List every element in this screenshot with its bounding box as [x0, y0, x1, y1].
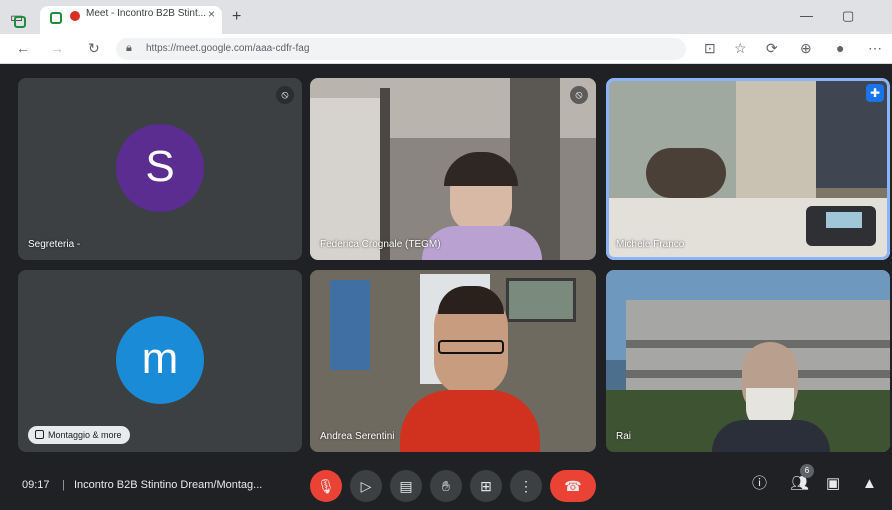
background-wall	[736, 78, 816, 198]
person-head	[646, 148, 726, 198]
people-icon[interactable]: 👥︎	[790, 476, 809, 492]
more-options-button[interactable]: ⋮	[510, 470, 542, 502]
participant-name: Segreteria -	[28, 239, 81, 250]
avatar: m	[116, 316, 204, 404]
participant-name: Federica Crognale (TEGM)	[320, 239, 441, 250]
participant-tile[interactable]: m Montaggio & more	[18, 270, 302, 452]
recording-dot-icon	[70, 11, 80, 21]
participant-name: Rai	[616, 431, 632, 442]
pin-icon[interactable]: ✚	[866, 84, 884, 102]
more-options-icon: ⋮	[519, 478, 533, 494]
person-hair	[444, 152, 518, 186]
window-light	[310, 98, 380, 260]
participant-tile[interactable]: Rai	[606, 270, 890, 452]
browser-tab-bar: ▭ Meet - Incontro B2B Stint... × + — ▢	[0, 0, 892, 34]
profile-icon[interactable]: ●	[836, 41, 844, 55]
info-icon[interactable]: ⓘ	[752, 476, 767, 492]
favorites-icon[interactable]: ☆	[734, 41, 747, 55]
participant-tile[interactable]: ⦸ Federica Crognale (TEGM)	[310, 78, 596, 260]
avatar: S	[116, 124, 204, 212]
meet-favicon-icon	[50, 12, 62, 24]
person-glasses	[438, 340, 504, 354]
wall-picture	[506, 278, 576, 322]
present-button[interactable]: ⊞	[470, 470, 502, 502]
lock-icon[interactable]: 🔒︎	[126, 42, 132, 55]
mic-toggle-button[interactable]: 🎙︎	[310, 470, 342, 502]
present-icon: ⊞	[480, 478, 492, 494]
raise-hand-icon: ✋︎	[442, 478, 450, 494]
person-hoodie	[400, 390, 540, 452]
mic-off-icon: ⦸	[276, 86, 294, 104]
raise-hand-button[interactable]: ✋︎	[430, 470, 462, 502]
person-jacket	[712, 420, 830, 452]
hangup-button[interactable]: ☎︎	[550, 470, 596, 502]
refresh-icon[interactable]: ↻	[88, 41, 100, 55]
participant-tile[interactable]: S ⦸ Segreteria -	[18, 78, 302, 260]
participant-name: Michele Franco	[616, 239, 685, 250]
minimize-button[interactable]: —	[800, 9, 813, 23]
captions-button[interactable]: ▤	[390, 470, 422, 502]
captions-icon: ▤	[399, 478, 413, 494]
tab-title: Meet - Incontro B2B Stint...	[86, 8, 207, 19]
participant-name-pill: Montaggio & more	[28, 426, 130, 444]
activities-icon[interactable]: ▲	[862, 476, 877, 492]
separator: |	[62, 479, 65, 491]
window-frame	[380, 88, 390, 260]
participant-name: Andrea Serentini	[320, 431, 395, 442]
people-count-badge: 6	[800, 464, 814, 478]
camera-icon: ▷	[360, 478, 372, 494]
meet-favicon-icon	[14, 16, 26, 28]
more-icon[interactable]: ⋯	[868, 41, 882, 55]
presentation-icon	[35, 430, 44, 439]
read-aloud-icon[interactable]: ⊡	[704, 41, 716, 55]
new-tab-button[interactable]: +	[232, 9, 241, 25]
collections-icon[interactable]: ⊕	[800, 41, 812, 55]
forward-icon[interactable]: →	[50, 41, 64, 55]
wall-poster	[330, 280, 370, 370]
participant-tile[interactable]: ✚ Michele Franco	[606, 78, 890, 260]
restore-button[interactable]: ▢	[842, 9, 854, 23]
meeting-control-bar: 09:17 | Incontro B2B Stintino Dream/Mont…	[0, 462, 892, 510]
hangup-icon: ☎︎	[564, 478, 582, 494]
camera-toggle-button[interactable]: ▷	[350, 470, 382, 502]
meeting-clock: 09:17	[22, 479, 50, 491]
url-text: https://meet.google.com/aaa-cdfr-fag	[146, 43, 310, 54]
chat-icon[interactable]: ▣	[826, 476, 840, 492]
browser-toolbar: ← → ↻ 🔒︎ https://meet.google.com/aaa-cdf…	[0, 34, 892, 64]
address-bar[interactable]: 🔒︎ https://meet.google.com/aaa-cdfr-fag	[116, 38, 686, 60]
mic-off-icon: 🎙︎	[317, 478, 335, 494]
extensions-icon[interactable]: ⟳	[766, 41, 778, 55]
back-icon[interactable]: ←	[16, 41, 30, 55]
phone-screen	[826, 212, 862, 228]
mic-off-icon: ⦸	[570, 86, 588, 104]
participant-name: Montaggio & more	[48, 430, 122, 440]
meeting-title: Incontro B2B Stintino Dream/Montag...	[74, 479, 263, 491]
tab-close-icon[interactable]: ×	[208, 7, 215, 21]
participant-tile[interactable]: Andrea Serentini	[310, 270, 596, 452]
